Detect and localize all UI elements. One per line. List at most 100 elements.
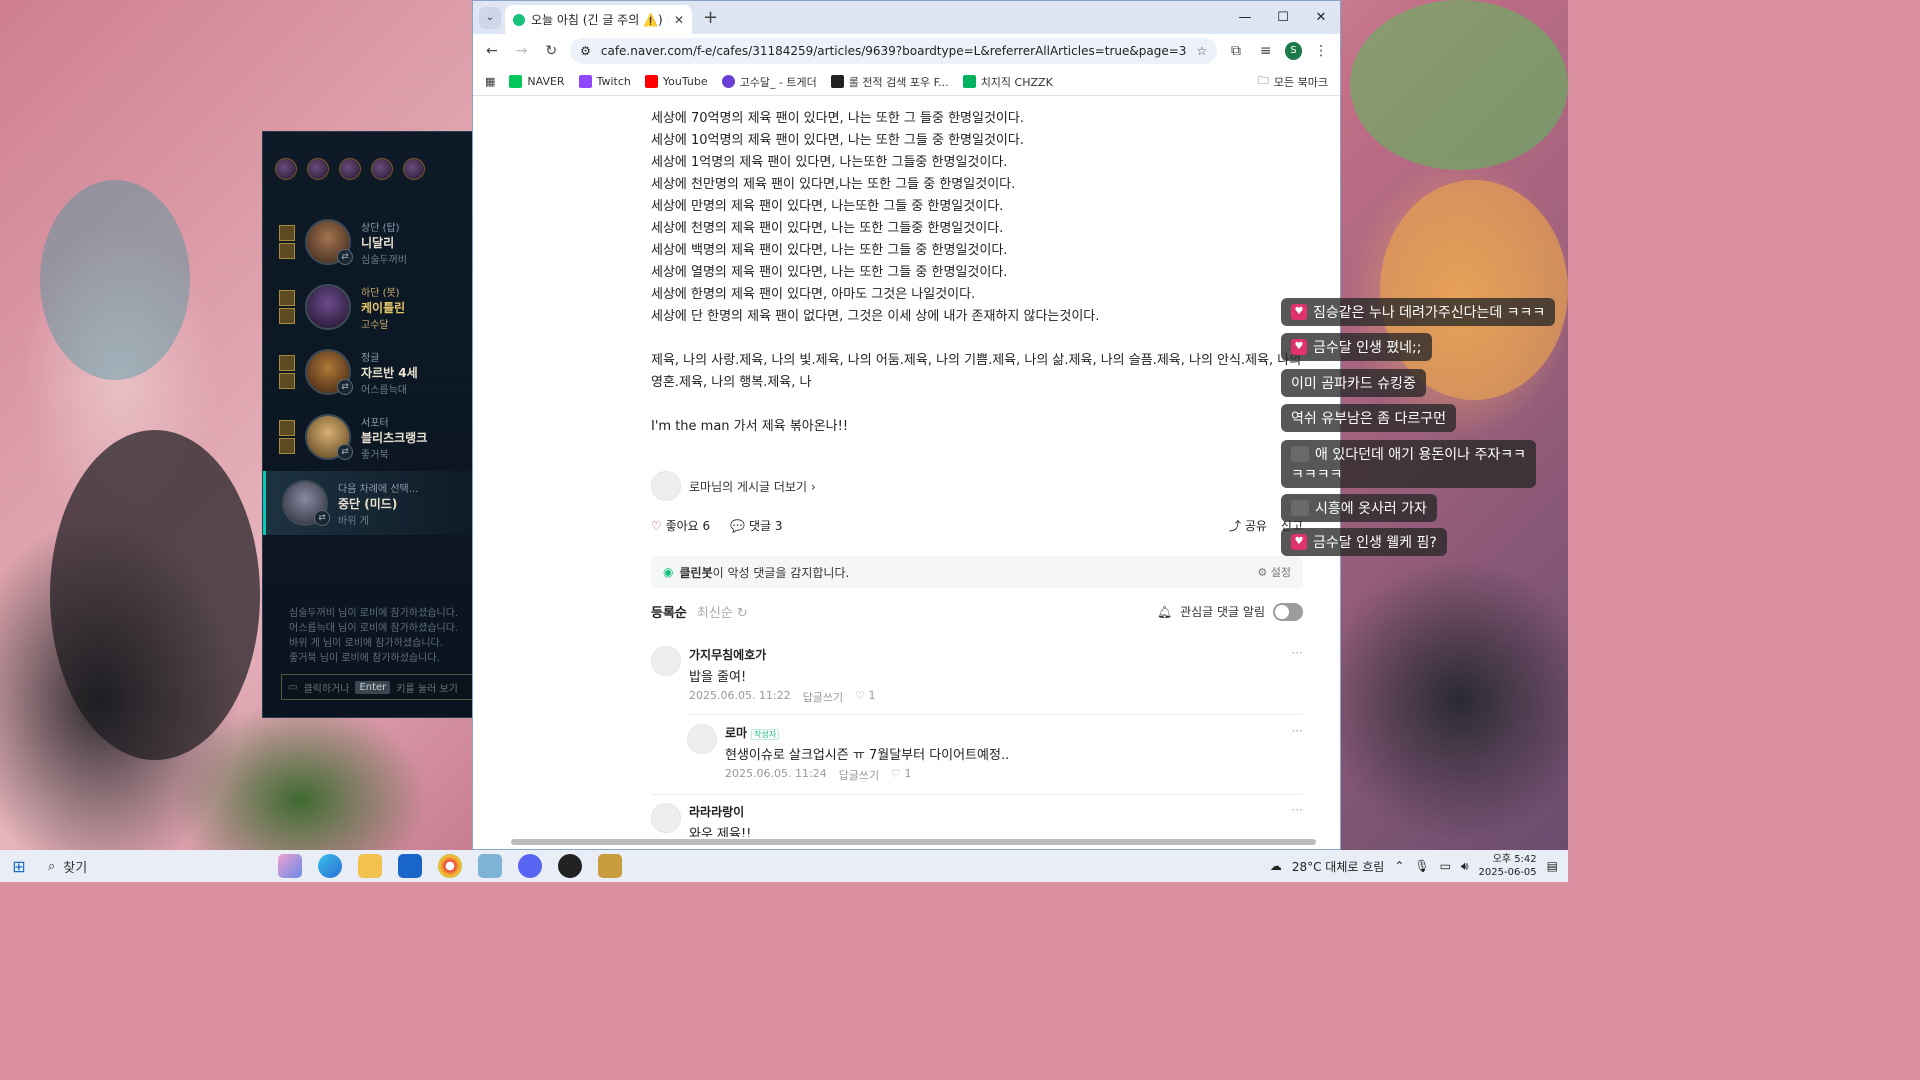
wallpaper-character bbox=[1350, 0, 1568, 170]
weather-text[interactable]: 28°C 대체로 흐림 bbox=[1292, 858, 1384, 875]
comment-button[interactable]: 💬 댓글 3 bbox=[730, 517, 782, 534]
swap-icon[interactable]: ⇄ bbox=[337, 249, 353, 265]
comment-nick[interactable]: 로마 bbox=[725, 726, 747, 740]
league-client-icon[interactable] bbox=[598, 854, 622, 878]
horizontal-scrollbar[interactable] bbox=[473, 837, 1328, 847]
player-champion: 블리츠크랭크 bbox=[361, 430, 428, 445]
sort-latest-tab[interactable]: 최신순 ↻ bbox=[697, 602, 748, 621]
lobby-player-mid[interactable]: ⇄ 다음 차례에 선택... 중단 (미드) 바위 게 bbox=[263, 471, 475, 535]
taskbar: ⊞ ⌕ 찾기 ☁ 28°C 대체로 흐림 ⌃ 🎙︎ ▭ 🔊︎ 오후 5:42 2… bbox=[0, 850, 1568, 882]
taskbar-apps bbox=[278, 854, 622, 878]
notify-label: 관심글 댓글 알림 bbox=[1180, 605, 1265, 619]
lobby-chat-input[interactable]: ▭ 클릭하거나 Enter 키를 눌러 보기 bbox=[281, 674, 475, 700]
comment-sort-row: 등록순 최신순 ↻ 🔔︎ 관심글 댓글 알림 bbox=[651, 602, 1303, 621]
article-line: 세상에 단 한명의 제육 팬이 없다면, 그것은 이세 상에 내가 존재하지 않… bbox=[651, 309, 1100, 324]
heart-icon: ♡ bbox=[651, 519, 662, 533]
menu-kebab-icon[interactable]: ⋮ bbox=[1310, 43, 1332, 59]
bookmark-fow[interactable]: 롤 전적 검색 포우 F... bbox=[830, 74, 949, 90]
more-options-icon[interactable]: ··· bbox=[1292, 646, 1303, 705]
wallpaper-character bbox=[40, 180, 190, 380]
bookmark-chzzk[interactable]: 치지직 CHZZK bbox=[962, 74, 1053, 90]
champion-portrait: ⇄ bbox=[305, 414, 353, 460]
address-bar[interactable]: ⚙ cafe.naver.com/f-e/cafes/31184259/arti… bbox=[570, 38, 1218, 64]
site-info-icon[interactable]: ⚙ bbox=[580, 44, 591, 58]
comment-nick[interactable]: 가지무침에호가 bbox=[689, 646, 1284, 663]
lobby-player-top[interactable]: ⇄ 상단 (탑) 니달리 심술두꺼비 bbox=[273, 210, 475, 274]
like-button[interactable]: ♡ 좋아요 6 bbox=[651, 517, 710, 534]
close-tab-icon[interactable]: ✕ bbox=[674, 13, 684, 27]
comment-like-button[interactable]: ♡ 1 bbox=[855, 689, 875, 705]
browser-tab-active[interactable]: 오늘 아침 (긴 글 주의 ⚠️) : 네 ✕ bbox=[505, 5, 692, 34]
notepad-icon[interactable] bbox=[478, 854, 502, 878]
forward-button[interactable]: → bbox=[511, 43, 533, 59]
media-control-icon[interactable]: ≡ bbox=[1255, 43, 1277, 59]
minimize-button[interactable]: — bbox=[1226, 1, 1264, 34]
notifications-icon[interactable]: ▤ bbox=[1547, 859, 1558, 873]
chrome-icon[interactable] bbox=[438, 854, 462, 878]
maximize-button[interactable]: ☐ bbox=[1264, 1, 1302, 34]
edge-icon[interactable] bbox=[318, 854, 342, 878]
more-options-icon[interactable]: ··· bbox=[1292, 803, 1303, 837]
close-window-button[interactable]: ✕ bbox=[1302, 1, 1340, 34]
apps-grid-icon[interactable]: ▦ bbox=[485, 75, 495, 88]
tray-overflow-icon[interactable]: ⌃ bbox=[1394, 859, 1404, 873]
bookmark-star-icon[interactable]: ☆ bbox=[1196, 44, 1207, 58]
comment-nick[interactable]: 라라라랑이 bbox=[689, 803, 1284, 820]
comment-text: 와우 제육!! bbox=[689, 827, 752, 837]
back-button[interactable]: ← bbox=[481, 43, 503, 59]
article-line: 세상에 한명의 제육 팬이 있다면, 아마도 그것은 나일것이다. bbox=[651, 287, 976, 302]
reload-button[interactable]: ↻ bbox=[540, 43, 562, 59]
share-button[interactable]: ⤴ 공유 bbox=[1229, 517, 1267, 534]
bookmark-twitch[interactable]: Twitch bbox=[578, 75, 631, 88]
obs-icon[interactable] bbox=[558, 854, 582, 878]
champion-icons-row bbox=[263, 132, 473, 180]
outlook-icon[interactable] bbox=[398, 854, 422, 878]
comment-like-button[interactable]: ♡ 1 bbox=[891, 767, 911, 783]
champion-icon[interactable] bbox=[307, 158, 329, 180]
article-closing: I'm the man 가서 제육 볶아온나!! bbox=[651, 419, 849, 434]
more-options-icon[interactable]: ··· bbox=[1292, 724, 1303, 783]
lobby-player-bot[interactable]: 하단 (봇) 케이틀린 고수달 bbox=[273, 275, 475, 339]
network-icon[interactable]: ▭ bbox=[1440, 859, 1451, 873]
swap-icon[interactable]: ⇄ bbox=[314, 510, 330, 526]
champion-icon[interactable] bbox=[371, 158, 393, 180]
profile-avatar[interactable]: S bbox=[1284, 42, 1303, 60]
author-more-row[interactable]: 로마님의 게시글 더보기 › bbox=[651, 471, 816, 501]
volume-icon[interactable]: 🔊︎ bbox=[1461, 859, 1469, 874]
tab-search-icon[interactable]: ⌄ bbox=[479, 7, 501, 29]
mic-icon[interactable]: 🎙︎ bbox=[1414, 859, 1429, 873]
window-controls: — ☐ ✕ bbox=[1226, 1, 1340, 34]
commenter-avatar bbox=[651, 646, 681, 676]
champion-icon[interactable] bbox=[275, 158, 297, 180]
sort-register-tab[interactable]: 등록순 bbox=[651, 602, 687, 621]
comment-date: 2025.06.05. 11:22 bbox=[689, 689, 791, 702]
copilot-icon[interactable] bbox=[278, 854, 302, 878]
notify-toggle[interactable] bbox=[1273, 602, 1303, 621]
file-explorer-icon[interactable] bbox=[358, 854, 382, 878]
reply-button[interactable]: 답글쓰기 bbox=[803, 689, 843, 705]
taskbar-search[interactable]: ⌕ 찾기 bbox=[38, 852, 264, 880]
champion-icon[interactable] bbox=[339, 158, 361, 180]
bookmark-tgd[interactable]: 고수달_ - 트게더 bbox=[721, 74, 817, 90]
champion-icon[interactable] bbox=[403, 158, 425, 180]
new-tab-button[interactable]: + bbox=[703, 7, 718, 28]
extensions-icon[interactable]: ⧉ bbox=[1225, 43, 1247, 59]
naver-cafe-icon bbox=[513, 13, 525, 26]
lobby-player-support[interactable]: ⇄ 서포터 블리츠크랭크 좋거북 bbox=[273, 405, 475, 469]
reply-button[interactable]: 답글쓰기 bbox=[839, 767, 879, 783]
clock-date: 2025-06-05 bbox=[1478, 867, 1537, 878]
author-more-link[interactable]: 로마님의 게시글 더보기 › bbox=[689, 478, 816, 495]
discord-icon[interactable] bbox=[518, 854, 542, 878]
lobby-player-jungle[interactable]: ⇄ 정글 자르반 4세 어스름늑대 bbox=[273, 340, 475, 404]
player-champion: 자르반 4세 bbox=[361, 365, 418, 380]
clock[interactable]: 오후 5:42 2025-06-05 bbox=[1479, 853, 1537, 879]
bookmark-youtube[interactable]: YouTube bbox=[644, 75, 708, 88]
all-bookmarks[interactable]: 🗀 모든 북마크 bbox=[1258, 72, 1328, 91]
swap-icon[interactable]: ⇄ bbox=[337, 379, 353, 395]
cleanbot-text: 이 악성 댓글을 감지합니다. bbox=[712, 565, 850, 580]
windows-start-icon[interactable]: ⊞ bbox=[0, 857, 38, 876]
bookmark-naver[interactable]: NAVER bbox=[509, 75, 565, 88]
cleanbot-setting-button[interactable]: ⚙ 설정 bbox=[1257, 564, 1291, 580]
overlay-chat-message: 역쉬 유부남은 좀 다르구먼 bbox=[1281, 404, 1457, 432]
swap-icon[interactable]: ⇄ bbox=[337, 444, 353, 460]
